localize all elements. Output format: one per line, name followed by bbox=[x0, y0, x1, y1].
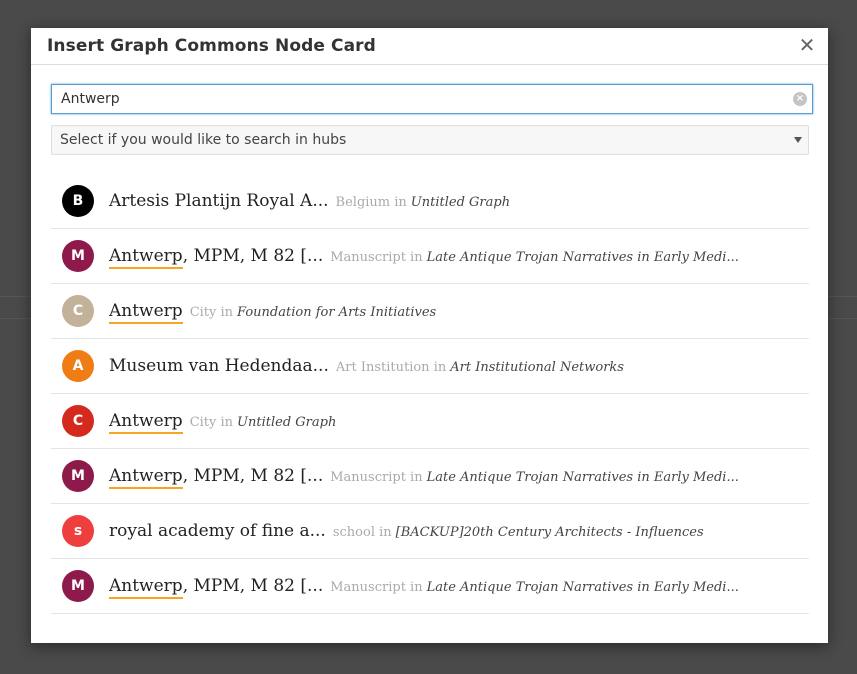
graph-name: Late Antique Trojan Narratives in Early … bbox=[426, 470, 739, 485]
result-item[interactable]: M Antwerp, MPM, M 82 [... Manuscript in La… bbox=[51, 449, 809, 504]
node-name-highlight: Antwerp bbox=[109, 466, 183, 489]
close-icon[interactable]: ✕ bbox=[798, 35, 816, 55]
chevron-down-icon bbox=[794, 137, 802, 143]
node-avatar: M bbox=[62, 570, 94, 602]
node-type: Manuscript in bbox=[330, 470, 423, 485]
node-avatar: C bbox=[62, 405, 94, 437]
node-name-rest: , MPM, M 82 [... bbox=[182, 466, 324, 486]
insert-node-card-modal: Insert Graph Commons Node Card ✕ × Selec… bbox=[31, 28, 828, 643]
graph-name: Foundation for Arts Initiatives bbox=[237, 305, 437, 320]
result-text: Antwerp City in Foundation for Arts Initia… bbox=[109, 284, 436, 338]
node-name-highlight: Antwerp bbox=[109, 411, 183, 434]
node-avatar: s bbox=[62, 515, 94, 547]
node-name: Artesis Plantijn Royal A... bbox=[109, 191, 329, 211]
node-avatar: A bbox=[62, 350, 94, 382]
node-name: Antwerp, MPM, M 82 [... bbox=[109, 576, 323, 599]
hub-select-label: Select if you would like to search in hu… bbox=[60, 132, 347, 148]
backdrop-divider bbox=[828, 318, 857, 319]
result-item[interactable]: C Antwerp City in Foundation for Arts Init… bbox=[51, 284, 809, 339]
node-avatar: C bbox=[62, 295, 94, 327]
node-name-rest: Artesis Plantijn Royal A... bbox=[109, 191, 329, 211]
node-avatar: B bbox=[62, 185, 94, 217]
backdrop-divider bbox=[828, 296, 857, 297]
node-type: City in bbox=[189, 305, 234, 320]
node-name-rest: , MPM, M 82 [... bbox=[182, 576, 324, 596]
node-name-rest: , MPM, M 82 [... bbox=[182, 246, 324, 266]
graph-name: Late Antique Trojan Narratives in Early … bbox=[426, 580, 739, 595]
node-name: Antwerp bbox=[109, 411, 183, 434]
result-text: Antwerp, MPM, M 82 [... Manuscript in Late… bbox=[109, 229, 739, 283]
node-type: school in bbox=[332, 525, 392, 540]
search-input[interactable] bbox=[52, 85, 791, 113]
graph-name: Late Antique Trojan Narratives in Early … bbox=[426, 250, 739, 265]
result-text: Antwerp, MPM, M 82 [... Manuscript in Late… bbox=[109, 559, 739, 613]
result-item[interactable]: M Antwerp, MPM, M 82 [... Manuscript in La… bbox=[51, 559, 809, 614]
node-type: Manuscript in bbox=[330, 580, 423, 595]
graph-name: [BACKUP]20th Century Architects - Influe… bbox=[395, 525, 704, 540]
backdrop-divider bbox=[0, 296, 31, 297]
node-type: Art Institution in bbox=[335, 360, 447, 375]
node-name: Antwerp, MPM, M 82 [... bbox=[109, 246, 323, 269]
node-type: Belgium in bbox=[335, 195, 407, 210]
backdrop-divider bbox=[0, 318, 31, 319]
node-name-rest: royal academy of fine a... bbox=[109, 521, 326, 541]
node-type: Manuscript in bbox=[330, 250, 423, 265]
node-avatar: M bbox=[62, 240, 94, 272]
search-field: × bbox=[51, 84, 813, 114]
node-name-rest: Museum van Hedendaa... bbox=[109, 356, 329, 376]
result-item[interactable]: s royal academy of fine a... school in [BA… bbox=[51, 504, 809, 559]
result-item[interactable]: C Antwerp City in Untitled Graph bbox=[51, 394, 809, 449]
result-text: Antwerp, MPM, M 82 [... Manuscript in Late… bbox=[109, 449, 739, 503]
result-item[interactable]: M Antwerp, MPM, M 82 [... Manuscript in La… bbox=[51, 229, 809, 284]
result-item[interactable]: A Museum van Hedendaa... Art Institution … bbox=[51, 339, 809, 394]
result-text: Museum van Hedendaa... Art Institution in… bbox=[109, 339, 624, 393]
node-name: Antwerp, MPM, M 82 [... bbox=[109, 466, 323, 489]
modal-header: Insert Graph Commons Node Card ✕ bbox=[31, 28, 828, 65]
node-avatar: M bbox=[62, 460, 94, 492]
node-name: royal academy of fine a... bbox=[109, 521, 326, 541]
node-name: Antwerp bbox=[109, 301, 183, 324]
graph-name: Untitled Graph bbox=[237, 415, 337, 430]
node-name-highlight: Antwerp bbox=[109, 576, 183, 599]
node-name-highlight: Antwerp bbox=[109, 301, 183, 324]
result-text: Artesis Plantijn Royal A... Belgium in Unt… bbox=[109, 174, 510, 228]
result-text: royal academy of fine a... school in [BACK… bbox=[109, 504, 704, 558]
hub-select[interactable]: Select if you would like to search in hu… bbox=[51, 125, 809, 155]
node-name: Museum van Hedendaa... bbox=[109, 356, 329, 376]
results-list: B Artesis Plantijn Royal A... Belgium in U… bbox=[51, 174, 809, 614]
node-name-highlight: Antwerp bbox=[109, 246, 183, 269]
graph-name: Art Institutional Networks bbox=[450, 360, 624, 375]
modal-title: Insert Graph Commons Node Card bbox=[47, 36, 376, 56]
result-text: Antwerp City in Untitled Graph bbox=[109, 394, 336, 448]
graph-name: Untitled Graph bbox=[410, 195, 511, 210]
result-item[interactable]: B Artesis Plantijn Royal A... Belgium in U… bbox=[51, 174, 809, 229]
clear-search-icon[interactable]: × bbox=[793, 92, 807, 106]
node-type: City in bbox=[189, 415, 234, 430]
